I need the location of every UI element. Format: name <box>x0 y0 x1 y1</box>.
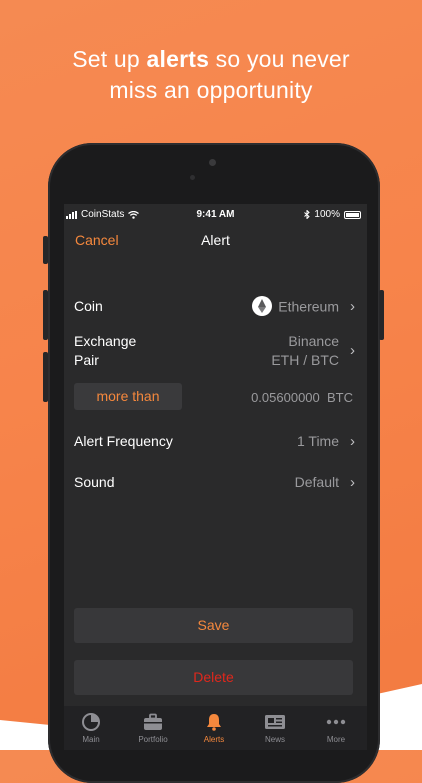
chevron-right-icon: › <box>350 433 355 450</box>
exchange-pair-row[interactable]: Exchange Pair Binance ETH / BTC › <box>74 333 355 373</box>
phone-side-button <box>379 290 384 340</box>
sound-label: Sound <box>74 474 115 490</box>
sound-row[interactable]: Sound Default › <box>74 474 355 494</box>
coin-name: Ethereum <box>278 298 339 315</box>
status-bar: CoinStats 9:41 AM 100% <box>64 204 367 224</box>
promo-headline: Set up alerts so you never miss an oppor… <box>0 44 422 106</box>
alert-frequency-row[interactable]: Alert Frequency 1 Time › <box>74 433 355 453</box>
battery-percent: 100% <box>314 209 340 220</box>
coin-label: Coin <box>74 298 103 314</box>
delete-button[interactable]: Delete <box>74 660 353 695</box>
phone-side-button <box>43 352 48 402</box>
pair-value: ETH / BTC <box>271 352 339 368</box>
sound-value: Default <box>294 474 339 490</box>
bluetooth-icon <box>304 210 311 219</box>
condition-button[interactable]: more than <box>74 383 182 410</box>
pair-label: Pair <box>74 352 99 368</box>
headline-text: Set up <box>72 46 147 72</box>
coin-row[interactable]: Coin Ethereum › <box>74 296 355 318</box>
amount-field[interactable]: 0.05600000 BTC <box>251 390 353 405</box>
phone-side-button <box>43 290 48 340</box>
nav-bar: Cancel Alert <box>64 232 367 252</box>
exchange-value: Binance <box>288 333 339 349</box>
phone-sensor <box>190 175 195 180</box>
tab-main[interactable]: Main <box>64 713 121 744</box>
chevron-right-icon: › <box>350 298 355 315</box>
tab-more-label: More <box>326 735 346 744</box>
tab-more[interactable]: More <box>306 713 366 744</box>
more-dots-icon <box>326 719 346 725</box>
tab-portfolio[interactable]: Portfolio <box>123 713 183 744</box>
bell-icon <box>207 714 221 731</box>
save-button[interactable]: Save <box>74 608 353 643</box>
briefcase-icon <box>144 713 162 730</box>
coin-value: Ethereum <box>252 296 339 318</box>
chevron-right-icon: › <box>350 474 355 491</box>
tab-alerts[interactable]: Alerts <box>184 713 244 744</box>
status-right: 100% <box>304 209 361 220</box>
amount-value: 0.05600000 <box>251 390 320 405</box>
tab-portfolio-label: Portfolio <box>138 735 168 744</box>
tab-news[interactable]: News <box>245 713 305 744</box>
phone-speaker <box>209 159 216 166</box>
phone-side-button <box>43 236 48 264</box>
headline-bold: alerts <box>146 46 210 72</box>
newspaper-icon <box>265 715 285 729</box>
tab-main-label: Main <box>82 735 100 744</box>
chevron-right-icon: › <box>350 342 355 359</box>
exchange-label: Exchange <box>74 333 137 349</box>
battery-icon <box>344 210 361 219</box>
ethereum-icon <box>252 296 273 316</box>
amount-unit: BTC <box>327 390 353 405</box>
page-title: Alert <box>201 232 230 248</box>
app-screen: CoinStats 9:41 AM 100% Cancel Alert Coin… <box>64 204 367 750</box>
tab-bar: Main Portfolio Alerts News More <box>64 706 367 750</box>
headline-line2: miss an opportunity <box>109 77 313 103</box>
pie-chart-icon <box>82 713 100 731</box>
headline-text: so you never <box>209 46 350 72</box>
tab-news-label: News <box>264 735 285 744</box>
alert-frequency-label: Alert Frequency <box>74 433 173 449</box>
alert-frequency-value: 1 Time <box>296 433 339 449</box>
tab-alerts-label: Alerts <box>203 735 225 744</box>
